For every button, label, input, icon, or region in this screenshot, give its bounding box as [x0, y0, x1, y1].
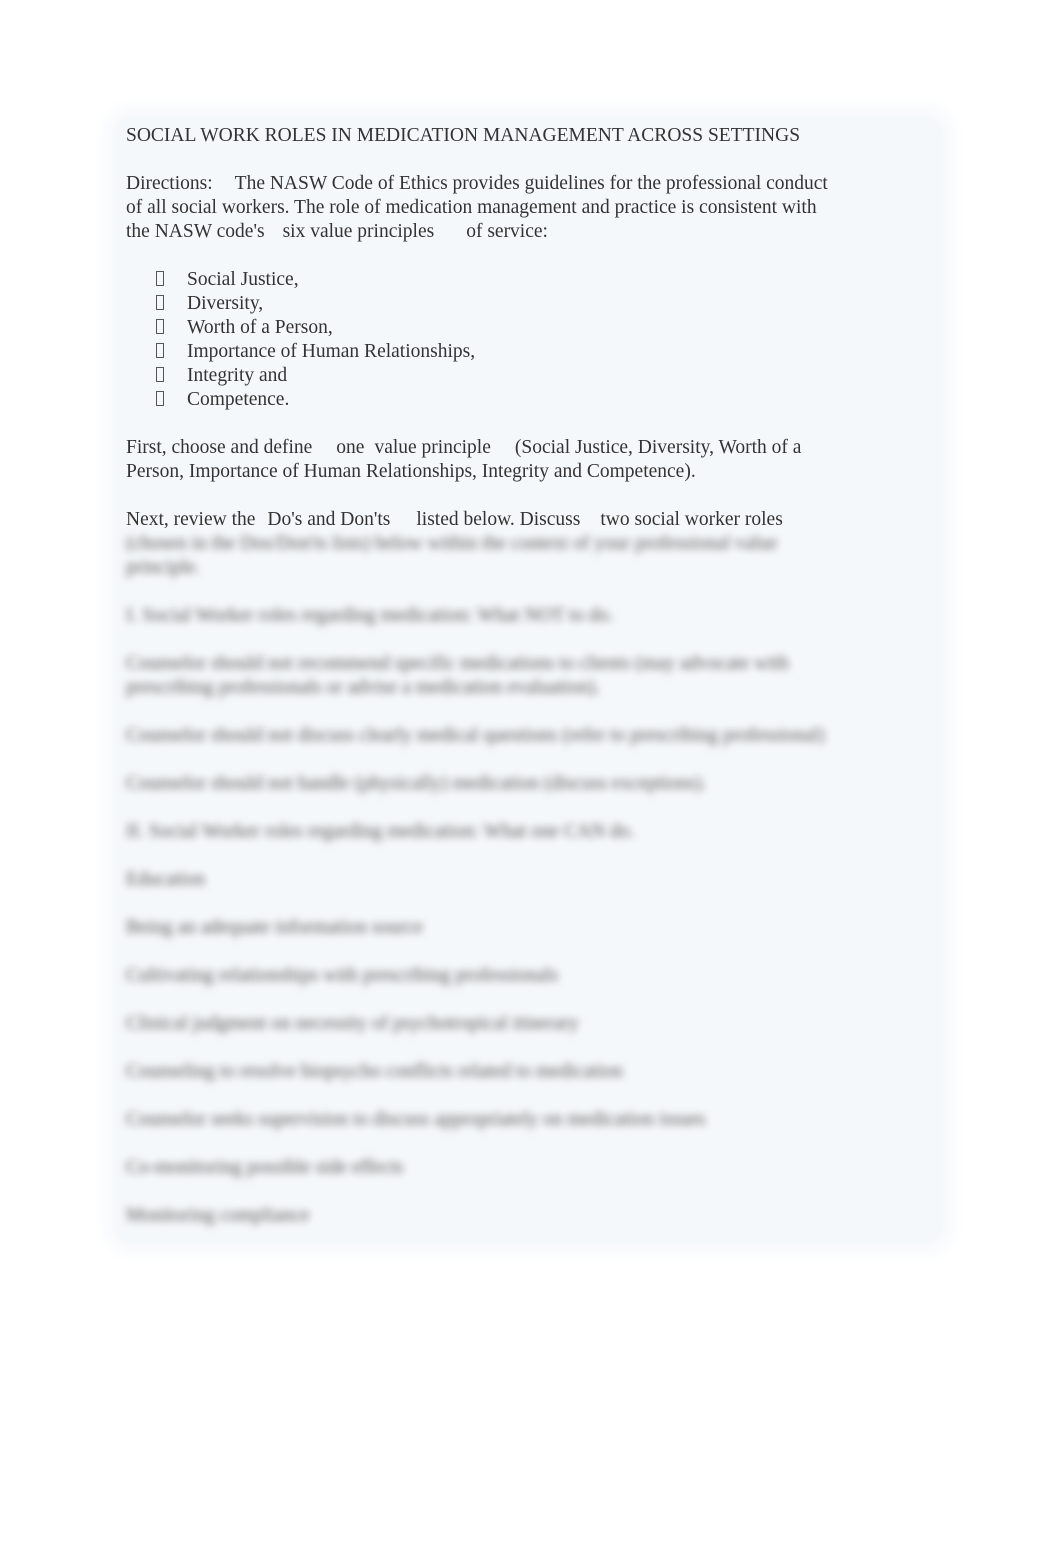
- directions-label: Directions:: [126, 173, 213, 194]
- directions-line-2: of all social workers. The role of medic…: [126, 197, 817, 218]
- bullet-icon: [156, 367, 164, 382]
- list-item: Social Justice,: [156, 268, 946, 292]
- directions-line-3: the NASW code's six value principles of se…: [126, 221, 548, 242]
- bullet-icon: [156, 343, 164, 358]
- directions-line-1: Directions: The NASW Code of Ethics provi…: [126, 173, 828, 194]
- bullet-icon: [156, 319, 164, 334]
- document-body: SOCIAL WORK ROLES IN MEDICATION MANAGEME…: [126, 124, 946, 1252]
- six-value-principles-phrase: six value principles: [282, 221, 435, 242]
- list-item: Integrity and: [156, 364, 946, 388]
- first-instruction-line-2: Person, Importance of Human Relationship…: [126, 461, 696, 482]
- value-principles-list: Social Justice, Diversity, Worth of a Pe…: [126, 268, 946, 412]
- list-item: Worth of a Person,: [156, 316, 946, 340]
- list-item: Importance of Human Relationships,: [156, 340, 946, 364]
- bullet-icon: [156, 391, 164, 406]
- bullet-icon: [156, 271, 164, 286]
- section-heading-dos: II. Social Worker roles regarding medica…: [126, 821, 635, 842]
- section-heading-donts: I. Social Worker roles regarding medicat…: [126, 605, 614, 626]
- list-item: Diversity,: [156, 292, 946, 316]
- blurred-preview-content: (chosen in the Dos/Don'ts lists) below w…: [126, 532, 946, 1228]
- document-title: SOCIAL WORK ROLES IN MEDICATION MANAGEME…: [126, 125, 801, 146]
- first-instruction-line-1: First, choose and define one value princip…: [126, 437, 802, 458]
- list-item: Competence.: [156, 388, 946, 412]
- next-instruction-line-1: Next, review the Do's and Don'ts listed be…: [126, 509, 783, 530]
- bullet-icon: [156, 295, 164, 310]
